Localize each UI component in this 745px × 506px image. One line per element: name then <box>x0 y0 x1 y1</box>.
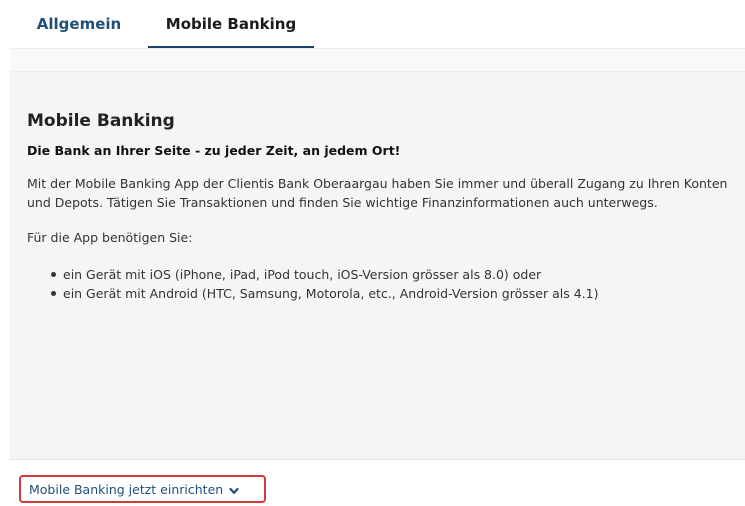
requirements-intro: Für die App benötigen Sie: <box>27 230 193 245</box>
content-body: Mobile Banking Die Bank an Ihrer Seite -… <box>27 111 733 303</box>
chevron-down-icon <box>229 484 239 494</box>
requirement-ios: ein Gerät mit iOS (iPhone, iPad, iPod to… <box>51 265 733 284</box>
panel-top-strip <box>10 49 745 72</box>
page: Allgemein Mobile Banking Mobile Banking … <box>0 0 745 506</box>
tab-allgemein[interactable]: Allgemein <box>10 0 148 48</box>
tab-mobile-banking-label: Mobile Banking <box>165 15 297 33</box>
footer: Mobile Banking jetzt einrichten <box>10 459 745 506</box>
requirement-android: ein Gerät mit Android (HTC, Samsung, Mot… <box>51 284 733 303</box>
intro-paragraph: Mit der Mobile Banking App der Clientis … <box>27 176 728 210</box>
tab-bar: Allgemein Mobile Banking <box>10 0 745 48</box>
requirements-list: ein Gerät mit iOS (iPhone, iPad, iPod to… <box>27 265 733 303</box>
content-panel: Mobile Banking Die Bank an Ihrer Seite -… <box>10 48 745 459</box>
page-title: Mobile Banking <box>27 111 175 131</box>
setup-mobile-banking-link[interactable]: Mobile Banking jetzt einrichten <box>19 475 266 503</box>
subtitle: Die Bank an Ihrer Seite - zu jeder Zeit,… <box>27 143 401 158</box>
tab-allgemein-label: Allgemein <box>36 15 122 33</box>
setup-link-label: Mobile Banking jetzt einrichten <box>29 481 224 497</box>
tab-mobile-banking[interactable]: Mobile Banking <box>148 0 314 48</box>
